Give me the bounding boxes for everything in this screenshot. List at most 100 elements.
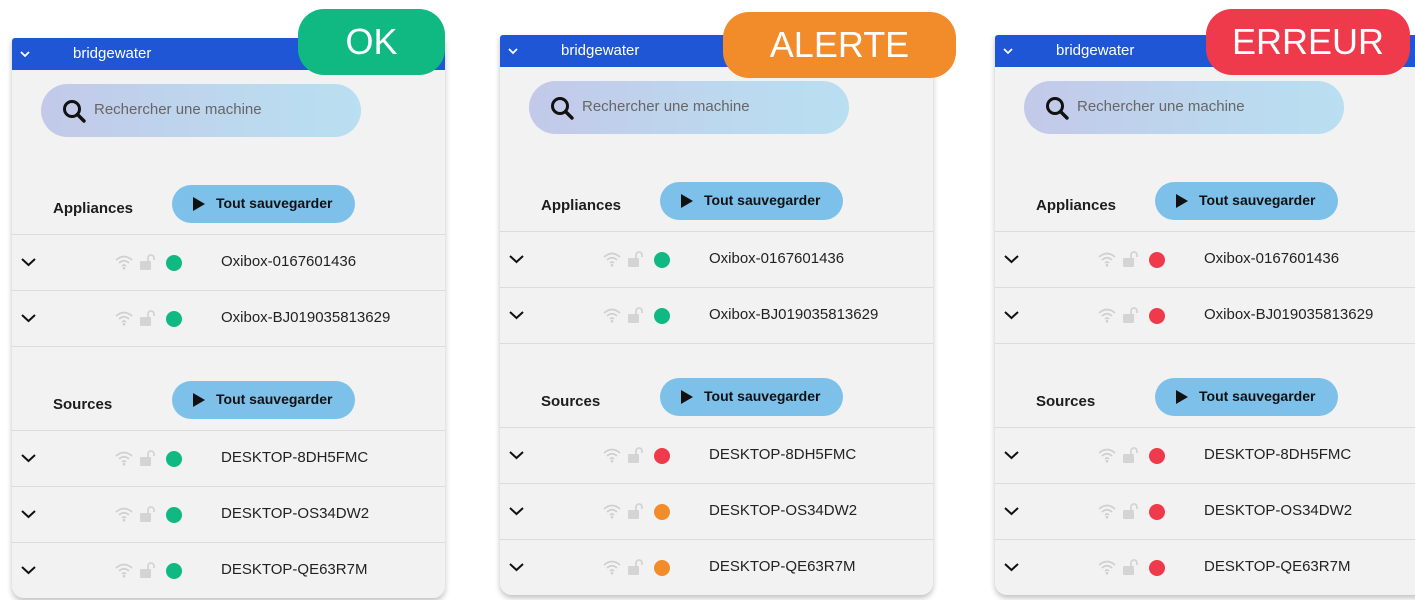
- unlock-icon: [1123, 503, 1138, 519]
- status-dot: [166, 451, 182, 467]
- machine-name: DESKTOP-OS34DW2: [709, 502, 858, 519]
- save-all-label: Tout sauvegarder: [216, 195, 333, 211]
- status-dot: [654, 308, 670, 324]
- machine-name: Oxibox-BJ019035813629: [221, 309, 391, 326]
- list-item[interactable]: DESKTOP-OS34DW2: [12, 487, 445, 543]
- save-all-appliances-button[interactable]: Tout sauvegarder: [660, 182, 843, 220]
- sources-section-header: Sources Tout sauvegarder: [12, 381, 445, 429]
- play-icon: [681, 194, 693, 208]
- status-dot: [654, 560, 670, 576]
- list-item[interactable]: Oxibox-BJ019035813629: [995, 288, 1415, 344]
- appliances-label: Appliances: [1036, 197, 1117, 214]
- list-item[interactable]: Oxibox-BJ019035813629: [500, 288, 933, 344]
- chevron-down-icon[interactable]: [506, 44, 520, 58]
- machine-name: DESKTOP-OS34DW2: [1204, 502, 1353, 519]
- chevron-down-icon[interactable]: [1003, 504, 1020, 518]
- list-item[interactable]: Oxibox-0167601436: [995, 232, 1415, 288]
- search-field[interactable]: Rechercher une machine: [1024, 81, 1344, 134]
- sources-label: Sources: [1036, 393, 1096, 410]
- chevron-down-icon[interactable]: [20, 311, 37, 325]
- chevron-down-icon[interactable]: [20, 255, 37, 269]
- machine-name: Oxibox-0167601436: [709, 250, 845, 267]
- search-placeholder: Rechercher une machine: [1077, 98, 1245, 115]
- save-all-appliances-button[interactable]: Tout sauvegarder: [1155, 182, 1338, 220]
- chevron-down-icon[interactable]: [20, 451, 37, 465]
- list-item[interactable]: Oxibox-0167601436: [12, 235, 445, 291]
- save-all-sources-button[interactable]: Tout sauvegarder: [660, 378, 843, 416]
- chevron-down-icon[interactable]: [508, 560, 525, 574]
- unlock-icon: [140, 562, 155, 578]
- save-all-label: Tout sauvegarder: [216, 391, 333, 407]
- sources-section-header: Sources Tout sauvegarder: [995, 378, 1415, 426]
- unlock-icon: [140, 310, 155, 326]
- chevron-down-icon[interactable]: [508, 504, 525, 518]
- play-icon: [681, 390, 693, 404]
- machine-name: Oxibox-0167601436: [221, 253, 357, 270]
- appliances-label: Appliances: [541, 197, 622, 214]
- save-all-label: Tout sauvegarder: [704, 388, 821, 404]
- unlock-icon: [628, 447, 643, 463]
- chevron-down-icon[interactable]: [20, 563, 37, 577]
- save-all-sources-button[interactable]: Tout sauvegarder: [1155, 378, 1338, 416]
- status-dot: [654, 252, 670, 268]
- wifi-icon: [115, 563, 133, 578]
- sources-label: Sources: [53, 396, 113, 413]
- chevron-down-icon[interactable]: [508, 448, 525, 462]
- status-dot: [1149, 448, 1165, 464]
- chevron-down-icon[interactable]: [1003, 308, 1020, 322]
- save-all-label: Tout sauvegarder: [1199, 192, 1316, 208]
- wifi-icon: [603, 504, 621, 519]
- status-dot: [654, 504, 670, 520]
- list-item[interactable]: Oxibox-0167601436: [500, 232, 933, 288]
- list-item[interactable]: DESKTOP-OS34DW2: [500, 484, 933, 540]
- status-dot: [166, 507, 182, 523]
- wifi-icon: [115, 451, 133, 466]
- status-dot: [166, 311, 182, 327]
- save-all-sources-button[interactable]: Tout sauvegarder: [172, 381, 355, 419]
- chevron-down-icon[interactable]: [18, 47, 32, 61]
- wifi-icon: [603, 448, 621, 463]
- search-field[interactable]: Rechercher une machine: [41, 84, 361, 137]
- save-all-label: Tout sauvegarder: [1199, 388, 1316, 404]
- machine-panel-ok: bridgewater Rechercher une machine Appli…: [12, 38, 445, 598]
- list-item[interactable]: DESKTOP-8DH5FMC: [500, 428, 933, 484]
- status-dot: [1149, 308, 1165, 324]
- chevron-down-icon[interactable]: [508, 308, 525, 322]
- wifi-icon: [115, 255, 133, 270]
- unlock-icon: [1123, 307, 1138, 323]
- search-field[interactable]: Rechercher une machine: [529, 81, 849, 134]
- search-placeholder: Rechercher une machine: [582, 98, 750, 115]
- wifi-icon: [1098, 448, 1116, 463]
- status-dot: [166, 255, 182, 271]
- chevron-down-icon[interactable]: [508, 252, 525, 266]
- sources-section-header: Sources Tout sauvegarder: [500, 378, 933, 426]
- sources-list: DESKTOP-8DH5FMC DESKTOP-OS34DW2 DESKTOP-…: [995, 427, 1415, 595]
- wifi-icon: [1098, 308, 1116, 323]
- chevron-down-icon[interactable]: [1001, 44, 1015, 58]
- chevron-down-icon[interactable]: [20, 507, 37, 521]
- wifi-icon: [603, 560, 621, 575]
- list-item[interactable]: DESKTOP-QE63R7M: [500, 540, 933, 595]
- unlock-icon: [1123, 447, 1138, 463]
- unlock-icon: [1123, 251, 1138, 267]
- status-badge-alert: ALERTE: [723, 12, 956, 78]
- machine-name: DESKTOP-QE63R7M: [221, 561, 368, 578]
- list-item[interactable]: DESKTOP-8DH5FMC: [995, 428, 1415, 484]
- chevron-down-icon[interactable]: [1003, 448, 1020, 462]
- app-title: bridgewater: [73, 45, 152, 62]
- wifi-icon: [1098, 560, 1116, 575]
- list-item[interactable]: DESKTOP-QE63R7M: [12, 543, 445, 598]
- list-item[interactable]: DESKTOP-OS34DW2: [995, 484, 1415, 540]
- chevron-down-icon[interactable]: [1003, 560, 1020, 574]
- save-all-appliances-button[interactable]: Tout sauvegarder: [172, 185, 355, 223]
- unlock-icon: [140, 254, 155, 270]
- search-icon: [551, 97, 574, 120]
- list-item[interactable]: DESKTOP-QE63R7M: [995, 540, 1415, 595]
- unlock-icon: [140, 506, 155, 522]
- list-item[interactable]: Oxibox-BJ019035813629: [12, 291, 445, 347]
- status-badge-ok: OK: [298, 9, 445, 75]
- chevron-down-icon[interactable]: [1003, 252, 1020, 266]
- list-item[interactable]: DESKTOP-8DH5FMC: [12, 431, 445, 487]
- unlock-icon: [628, 559, 643, 575]
- machine-name: Oxibox-0167601436: [1204, 250, 1340, 267]
